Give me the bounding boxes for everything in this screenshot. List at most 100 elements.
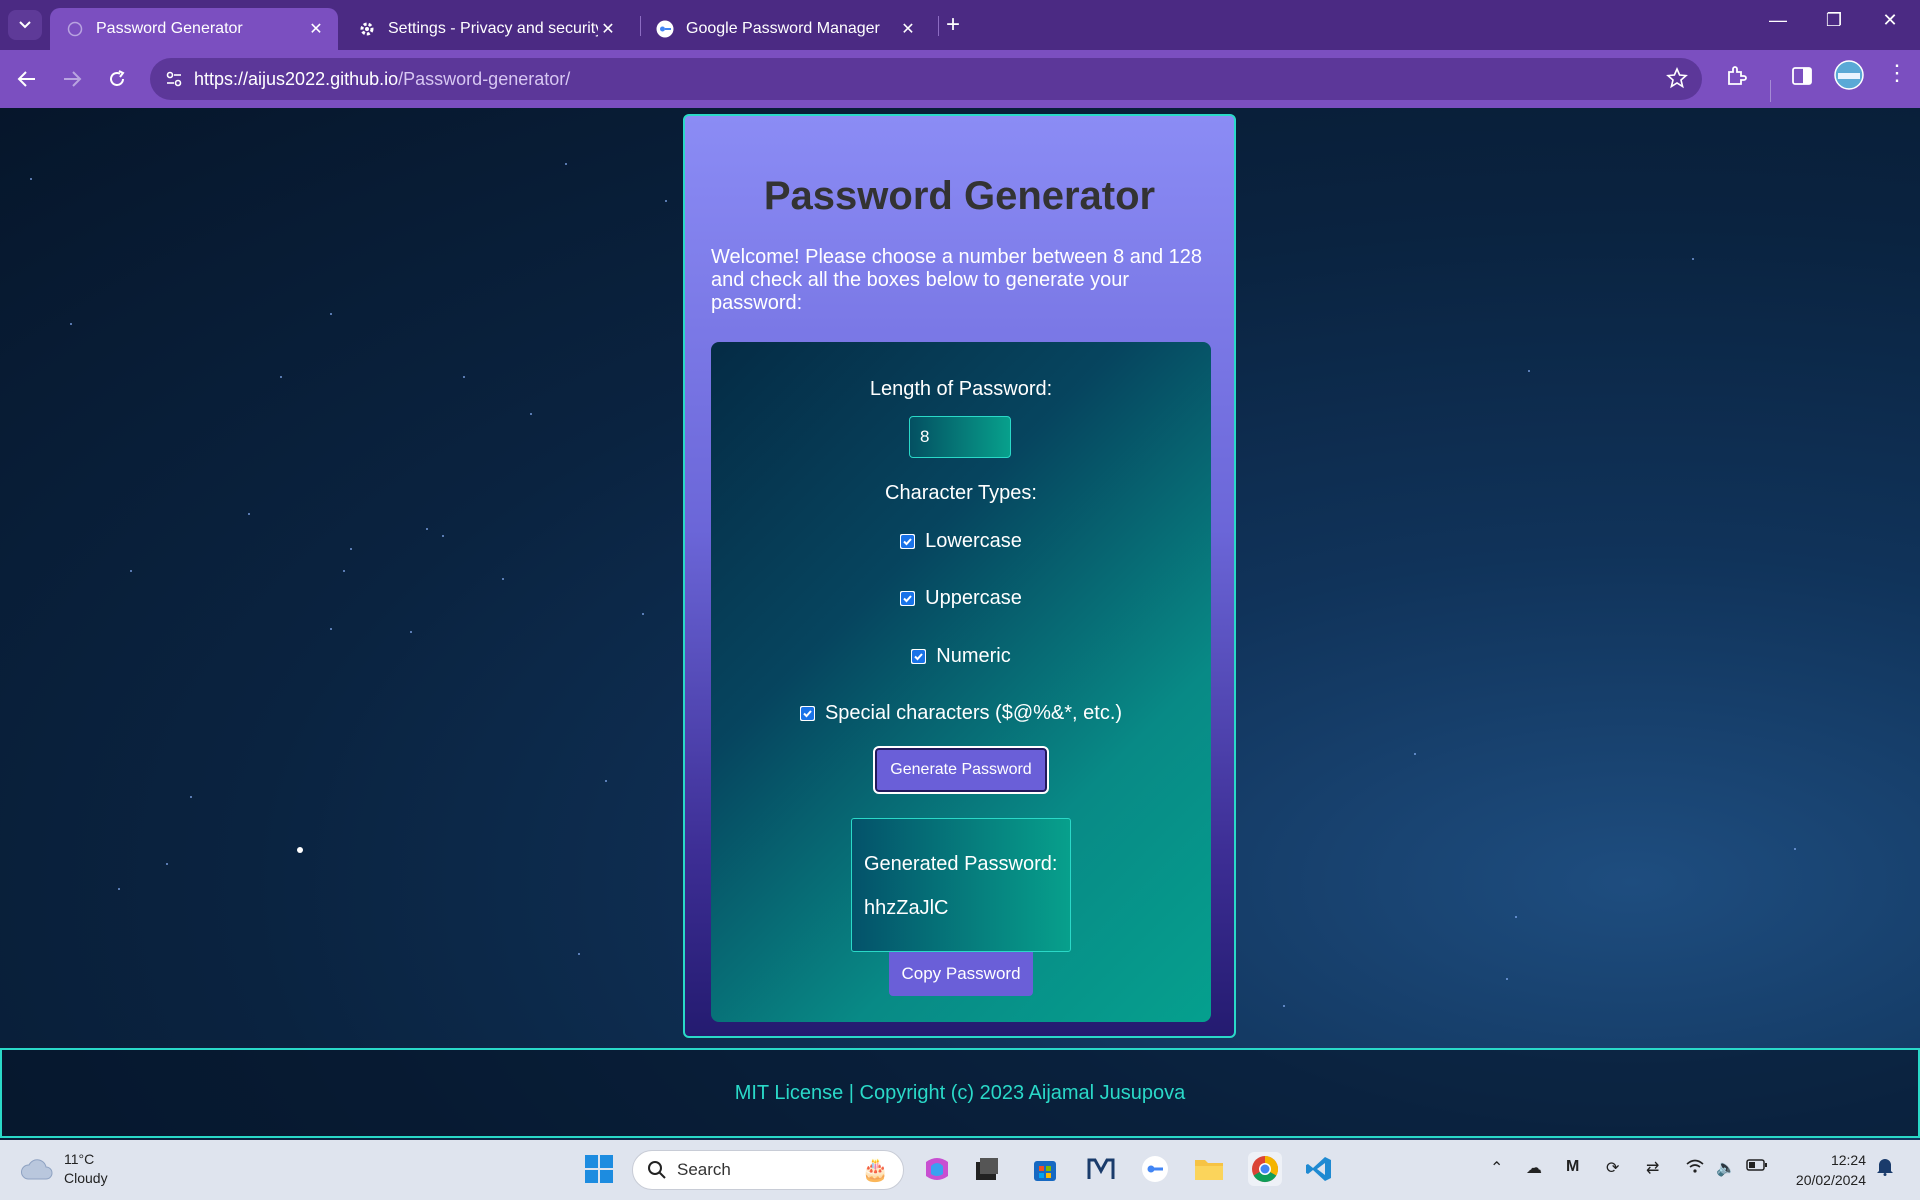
star-dot xyxy=(1528,370,1530,372)
cloud-icon xyxy=(21,1159,53,1180)
search-placeholder: Search xyxy=(677,1160,731,1179)
tab-label: Password Generator xyxy=(96,20,243,37)
close-icon[interactable]: ✕ xyxy=(306,19,326,39)
gear-icon xyxy=(358,20,376,38)
star-dot xyxy=(605,780,607,782)
star-dot xyxy=(665,200,667,202)
window-close-button[interactable]: ✕ xyxy=(1870,10,1910,31)
copy-password-button[interactable]: Copy Password xyxy=(889,952,1033,996)
star-dot xyxy=(565,163,567,165)
option-numeric[interactable]: Numeric xyxy=(711,645,1211,668)
star-dot xyxy=(642,613,644,615)
url-host: https://aijus2022.github.io xyxy=(194,68,399,89)
checkbox-uppercase[interactable] xyxy=(900,591,916,606)
clock-time: 12:24 xyxy=(1830,1152,1866,1168)
checkbox-lowercase[interactable] xyxy=(900,534,916,549)
weather-temp: 11°C xyxy=(64,1151,95,1167)
extensions-icon[interactable] xyxy=(1724,64,1748,93)
password-manager-icon[interactable] xyxy=(1138,1152,1172,1186)
volume-icon[interactable]: 🔈 xyxy=(1716,1158,1736,1178)
star-dot xyxy=(1414,753,1416,755)
forward-button[interactable] xyxy=(57,64,87,94)
tab-separator xyxy=(938,16,939,36)
clock[interactable]: 12:24 20/02/2024 xyxy=(1796,1150,1866,1190)
option-lowercase[interactable]: Lowercase xyxy=(711,530,1211,553)
windows-start-icon[interactable] xyxy=(582,1152,616,1186)
option-special[interactable]: Special characters ($@%&*, etc.) xyxy=(711,702,1211,725)
checkbox-special[interactable] xyxy=(799,706,815,721)
vscode-icon[interactable] xyxy=(1302,1152,1336,1186)
star-dot xyxy=(426,528,428,530)
star-dot xyxy=(442,535,444,537)
tab-search-button[interactable] xyxy=(8,10,42,40)
settings-toggle-icon[interactable]: ⇄ xyxy=(1646,1158,1659,1178)
browser-toolbar: https://aijus2022.github.io/Password-gen… xyxy=(0,50,1920,108)
close-icon[interactable]: ✕ xyxy=(898,19,918,39)
more-menu-icon[interactable]: ⋮ xyxy=(1886,60,1908,86)
task-view-icon[interactable] xyxy=(970,1152,1004,1186)
star-dot xyxy=(330,313,332,315)
star-dot xyxy=(1506,978,1508,980)
battery-icon[interactable] xyxy=(1746,1158,1768,1177)
back-button[interactable] xyxy=(12,64,42,94)
url-text: https://aijus2022.github.io/Password-gen… xyxy=(194,69,570,90)
reload-button[interactable] xyxy=(102,64,132,94)
copilot-icon[interactable] xyxy=(920,1152,954,1186)
generate-password-button[interactable]: Generate Password xyxy=(873,746,1049,794)
tab-password-generator[interactable]: Password Generator ✕ xyxy=(50,8,338,50)
checkmark-icon xyxy=(912,650,926,663)
character-types-label: Character Types: xyxy=(885,482,1037,504)
profile-avatar[interactable] xyxy=(1834,60,1864,95)
store-icon[interactable] xyxy=(1028,1152,1062,1186)
reload-icon xyxy=(110,70,125,86)
minimize-button[interactable]: — xyxy=(1758,10,1798,31)
close-icon[interactable]: ✕ xyxy=(598,19,618,39)
browser-tab-bar: Password Generator ✕ Settings - Privacy … xyxy=(0,0,1920,50)
checkmark-icon xyxy=(901,535,915,548)
taskbar-search[interactable]: Search 🎂 xyxy=(632,1150,904,1190)
checkbox-numeric[interactable] xyxy=(911,649,927,664)
arrow-left-icon xyxy=(17,71,35,87)
star-dot xyxy=(463,376,465,378)
page-footer: MIT License | Copyright (c) 2023 Aijamal… xyxy=(0,1048,1920,1138)
option-label: Lowercase xyxy=(925,530,1022,552)
weather-widget[interactable]: 11°C Cloudy xyxy=(20,1150,108,1188)
tray-mail-icon[interactable]: M xyxy=(1566,1158,1579,1176)
key-icon xyxy=(656,20,674,38)
mail-app-icon[interactable] xyxy=(1084,1152,1118,1186)
star-dot xyxy=(330,628,332,630)
star-dot xyxy=(530,413,532,415)
wifi-icon[interactable] xyxy=(1686,1158,1704,1179)
star-dot xyxy=(1794,848,1796,850)
chevron-down-icon xyxy=(19,21,31,29)
length-label: Length of Password: xyxy=(869,378,1053,400)
chrome-icon[interactable] xyxy=(1248,1152,1282,1186)
new-tab-button[interactable]: + xyxy=(946,12,960,38)
star-dot xyxy=(248,513,250,515)
password-length-input[interactable]: 8 xyxy=(909,416,1011,458)
url-path: /Password-generator/ xyxy=(398,68,571,89)
option-uppercase[interactable]: Uppercase xyxy=(711,587,1211,610)
bookmark-star-icon[interactable] xyxy=(1666,66,1688,94)
globe-icon xyxy=(66,20,84,38)
notification-bell-icon[interactable] xyxy=(1876,1156,1894,1181)
address-bar[interactable]: https://aijus2022.github.io/Password-gen… xyxy=(150,58,1702,100)
file-explorer-icon[interactable] xyxy=(1192,1152,1226,1186)
sync-icon[interactable]: ⟳ xyxy=(1606,1158,1619,1178)
side-panel-icon[interactable] xyxy=(1790,64,1814,93)
page-title: Password Generator xyxy=(763,174,1156,218)
checkmark-icon xyxy=(901,592,915,605)
site-info-icon[interactable] xyxy=(154,70,194,88)
welcome-text: Welcome! Please choose a number between … xyxy=(711,246,1203,314)
star-dot xyxy=(1283,1005,1285,1007)
tab-google-password-manager[interactable]: Google Password Manager ✕ xyxy=(640,8,930,50)
generated-password-value[interactable]: hhzZaJlC xyxy=(864,897,948,920)
star-dot xyxy=(578,953,580,955)
tab-settings[interactable]: Settings - Privacy and security ✕ xyxy=(342,8,630,50)
onedrive-icon[interactable]: ☁ xyxy=(1526,1158,1542,1178)
toolbar-separator xyxy=(1770,80,1771,102)
star-dot xyxy=(297,847,303,853)
restore-button[interactable]: ❐ xyxy=(1814,10,1854,31)
chevron-up-icon[interactable]: ⌃ xyxy=(1490,1158,1503,1178)
star-dot xyxy=(1515,916,1517,918)
